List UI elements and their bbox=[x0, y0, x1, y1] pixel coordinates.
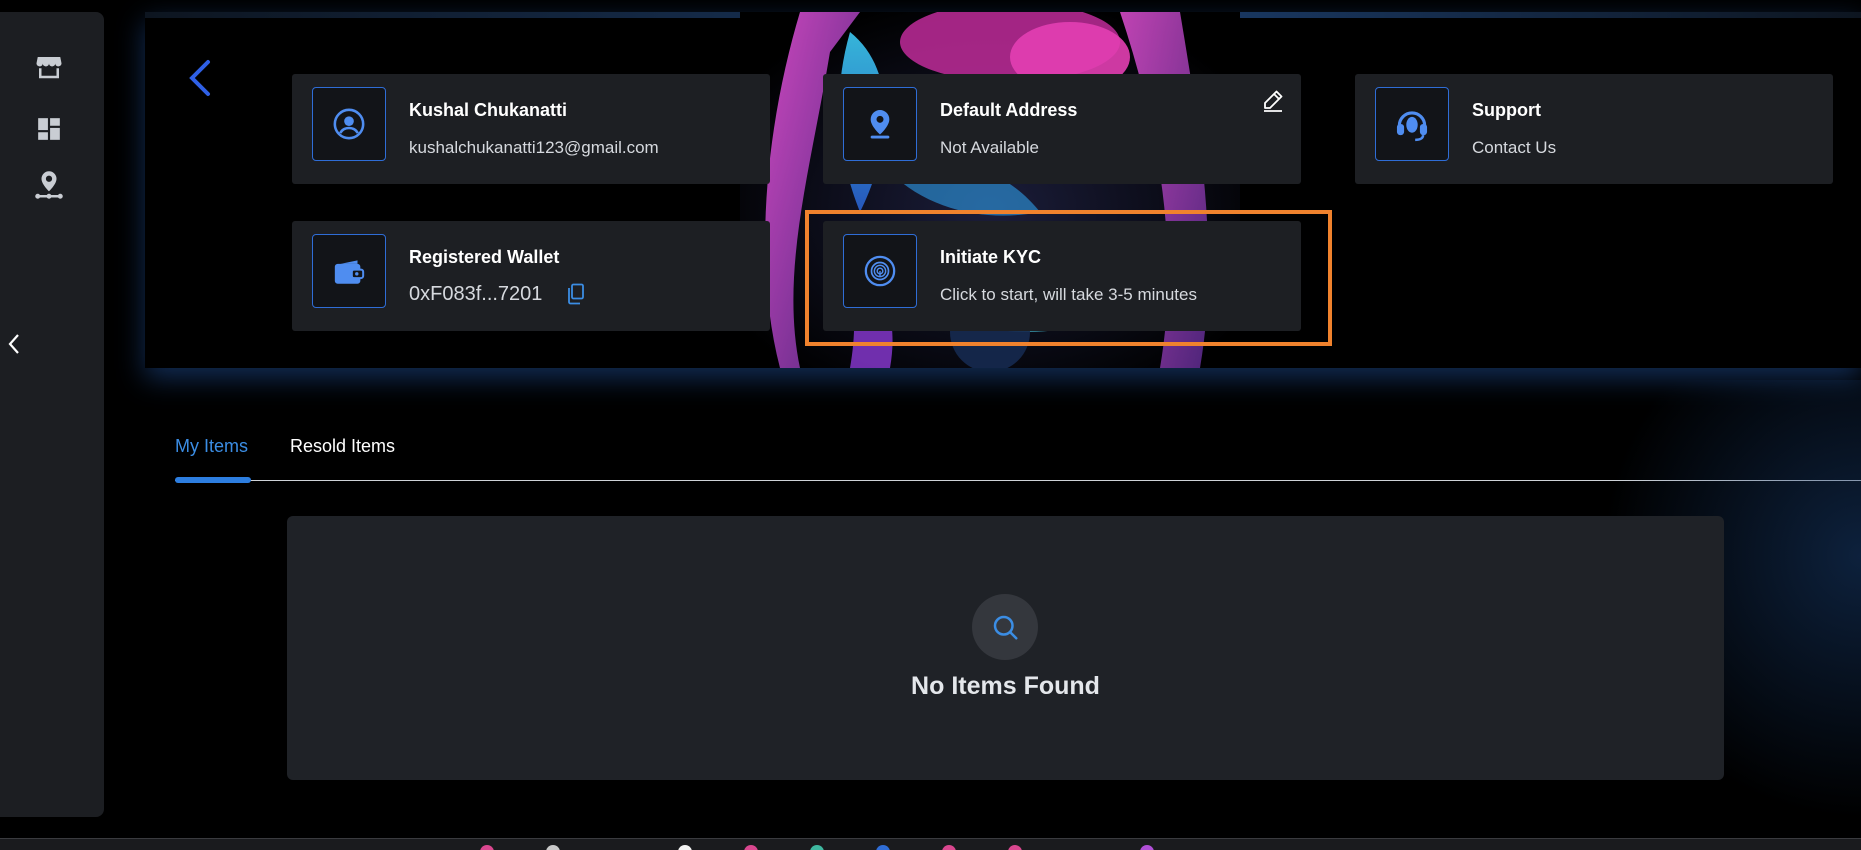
wallet-title: Registered Wallet bbox=[409, 247, 560, 267]
profile-page: Kushal Chukanatti kushalchukanatti123@gm… bbox=[0, 0, 1861, 850]
support-title: Support bbox=[1472, 100, 1541, 120]
taskbar-app-icon[interactable] bbox=[744, 845, 758, 850]
taskbar-app-icon[interactable] bbox=[876, 845, 890, 850]
empty-state-message: No Items Found bbox=[911, 672, 1100, 700]
default-address-card: Default Address Not Available bbox=[823, 74, 1301, 184]
user-icon bbox=[312, 87, 386, 161]
location-pin-icon bbox=[843, 87, 917, 161]
empty-state-panel: No Items Found bbox=[287, 516, 1724, 780]
edit-pencil-icon[interactable] bbox=[1259, 86, 1287, 114]
taskbar-app-icon[interactable] bbox=[480, 845, 494, 850]
side-rail bbox=[0, 12, 104, 817]
initiate-kyc-card[interactable]: Initiate KYC Click to start, will take 3… bbox=[823, 221, 1301, 331]
active-tab-indicator bbox=[175, 477, 251, 483]
taskbar-app-icon[interactable] bbox=[678, 845, 692, 850]
registered-wallet-card: Registered Wallet 0xF083f...7201 bbox=[292, 221, 770, 331]
dashboard-icon[interactable] bbox=[32, 112, 66, 146]
store-icon[interactable] bbox=[32, 50, 66, 84]
location-network-icon[interactable] bbox=[32, 168, 66, 202]
fingerprint-icon bbox=[843, 234, 917, 308]
chevron-left-icon[interactable] bbox=[4, 330, 24, 358]
back-arrow-icon[interactable] bbox=[182, 56, 216, 100]
support-link[interactable]: Contact Us bbox=[1472, 138, 1556, 158]
search-icon bbox=[972, 594, 1038, 660]
wallet-address: 0xF083f...7201 bbox=[409, 283, 543, 305]
taskbar-app-icon[interactable] bbox=[1140, 845, 1154, 850]
kyc-subtitle: Click to start, will take 3-5 minutes bbox=[940, 285, 1197, 304]
profile-card: Kushal Chukanatti kushalchukanatti123@gm… bbox=[292, 74, 770, 184]
profile-email: kushalchukanatti123@gmail.com bbox=[409, 138, 659, 157]
headset-icon bbox=[1375, 87, 1449, 161]
address-title: Default Address bbox=[940, 100, 1078, 120]
taskbar-app-icon[interactable] bbox=[810, 845, 824, 850]
taskbar bbox=[0, 838, 1861, 850]
taskbar-app-icon[interactable] bbox=[546, 845, 560, 850]
address-value: Not Available bbox=[940, 138, 1039, 157]
support-card[interactable]: Support Contact Us bbox=[1355, 74, 1833, 184]
taskbar-app-icon[interactable] bbox=[942, 845, 956, 850]
taskbar-app-icon[interactable] bbox=[1008, 845, 1022, 850]
tab-resold-items[interactable]: Resold Items bbox=[290, 436, 395, 457]
copy-icon[interactable] bbox=[564, 281, 588, 307]
kyc-title: Initiate KYC bbox=[940, 247, 1042, 267]
tab-my-items[interactable]: My Items bbox=[175, 436, 248, 457]
profile-name: Kushal Chukanatti bbox=[409, 100, 568, 120]
wallet-icon bbox=[312, 234, 386, 308]
